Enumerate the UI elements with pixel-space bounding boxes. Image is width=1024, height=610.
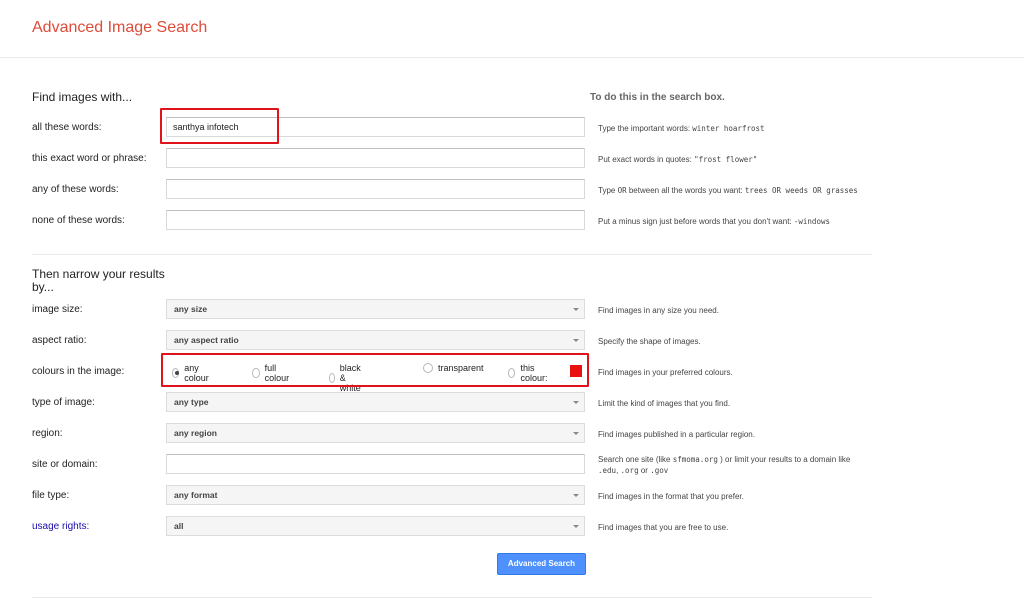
site-domain-label: site or domain:	[32, 459, 98, 470]
type-of-image-label: type of image:	[32, 397, 95, 408]
highlight-box-search-term	[160, 108, 279, 144]
exact-phrase-input[interactable]	[166, 148, 585, 168]
any-words-label: any of these words:	[32, 184, 119, 195]
chevron-down-icon	[573, 525, 579, 528]
chevron-down-icon	[573, 432, 579, 435]
header: Advanced Image Search	[0, 0, 1024, 58]
usage-rights-select[interactable]: all	[166, 516, 585, 536]
colours-hint: Find images in your preferred colours.	[598, 368, 733, 377]
aspect-ratio-label: aspect ratio:	[32, 335, 87, 346]
file-type-select[interactable]: any format	[166, 485, 585, 505]
usage-rights-hint: Find images that you are free to use.	[598, 523, 729, 532]
colours-label: colours in the image:	[32, 366, 125, 377]
any-words-input[interactable]	[166, 179, 585, 199]
aspect-ratio-select[interactable]: any aspect ratio	[166, 330, 585, 350]
none-words-input[interactable]	[166, 210, 585, 230]
none-words-label: none of these words:	[32, 215, 125, 226]
chevron-down-icon	[573, 494, 579, 497]
footer-divider	[32, 597, 872, 598]
exact-phrase-label: this exact word or phrase:	[32, 153, 147, 164]
narrow-section-heading: Then narrow your results by...	[32, 267, 165, 294]
page-title: Advanced Image Search	[32, 19, 208, 36]
region-label: region:	[32, 428, 63, 439]
chevron-down-icon	[573, 308, 579, 311]
hint-heading: To do this in the search box.	[590, 92, 725, 103]
image-size-select[interactable]: any size	[166, 299, 585, 319]
chevron-down-icon	[573, 339, 579, 342]
aspect-ratio-hint: Specify the shape of images.	[598, 337, 701, 346]
highlight-box-colours	[161, 353, 589, 387]
region-select[interactable]: any region	[166, 423, 585, 443]
type-of-image-select[interactable]: any type	[166, 392, 585, 412]
usage-rights-link[interactable]: usage rights:	[32, 521, 89, 532]
site-domain-input[interactable]	[166, 454, 585, 474]
file-type-hint: Find images in the format that you prefe…	[598, 492, 744, 501]
find-section-heading: Find images with...	[32, 90, 133, 104]
site-domain-hint: Search one site (like sfmoma.org ) or li…	[598, 455, 851, 475]
all-words-label: all these words:	[32, 122, 102, 133]
file-type-label: file type:	[32, 490, 70, 501]
none-words-hint: Put a minus sign just before words that …	[598, 217, 830, 226]
advanced-search-button[interactable]: Advanced Search	[497, 553, 586, 575]
section-divider	[32, 254, 872, 255]
image-size-label: image size:	[32, 304, 83, 315]
chevron-down-icon	[573, 401, 579, 404]
all-words-hint: Type the important words: winter hoarfro…	[598, 124, 765, 133]
type-of-image-hint: Limit the kind of images that you find.	[598, 399, 731, 408]
exact-phrase-hint: Put exact words in quotes: "frost flower…	[598, 155, 758, 164]
any-words-hint: Type OR between all the words you want: …	[598, 186, 858, 195]
region-hint: Find images published in a particular re…	[598, 430, 755, 439]
image-size-hint: Find images in any size you need.	[598, 306, 719, 315]
